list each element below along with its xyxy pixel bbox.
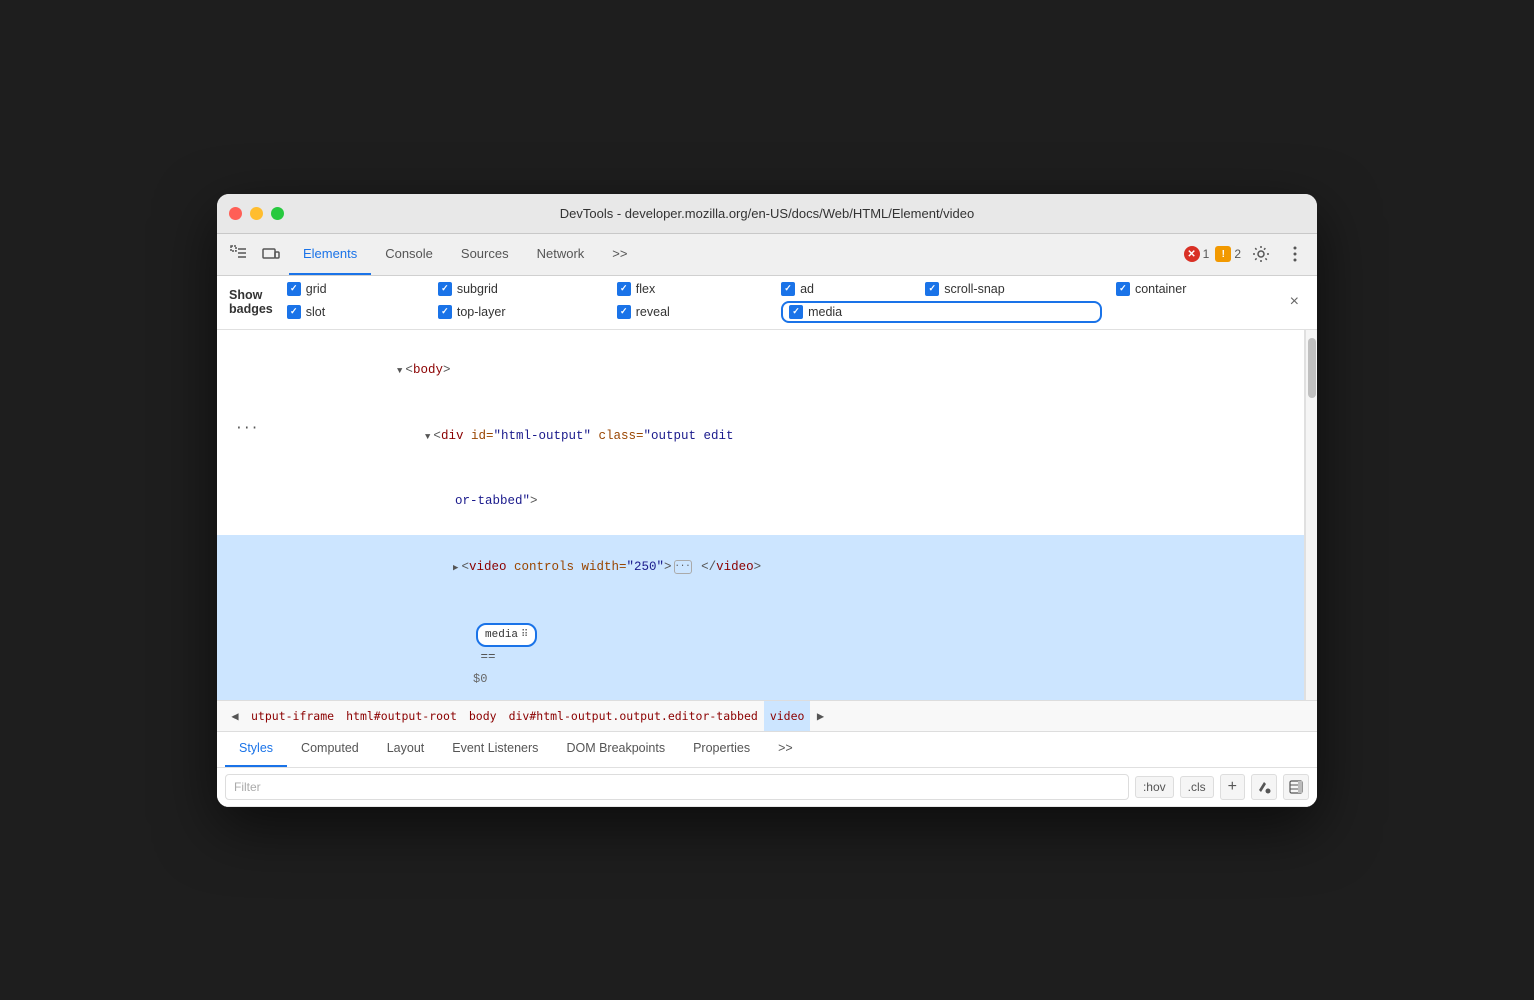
styles-tabs: Styles Computed Layout Event Listeners D… bbox=[217, 732, 1317, 768]
badge-subgrid[interactable]: subgrid bbox=[438, 282, 603, 296]
tree-video-line[interactable]: <video controls width="250">··· </video> bbox=[217, 535, 1304, 601]
html-tree-scrollbar[interactable] bbox=[1305, 330, 1317, 700]
badge-container-checkbox[interactable] bbox=[1116, 282, 1130, 296]
toolbar-tabs: Elements Console Sources Network >> bbox=[289, 233, 1180, 275]
badge-ad[interactable]: ad bbox=[781, 282, 911, 296]
main-area: ··· <body> <div id="html-output" class="… bbox=[217, 330, 1317, 700]
badge-scroll-snap[interactable]: scroll-snap bbox=[925, 282, 1102, 296]
warning-badge[interactable]: ! 2 bbox=[1215, 246, 1241, 262]
badge-top-layer-checkbox[interactable] bbox=[438, 305, 452, 319]
badges-grid: grid subgrid flex ad scroll-snap contain… bbox=[287, 282, 1284, 323]
tree-body-open[interactable]: <body> bbox=[217, 338, 1304, 404]
tab-sources[interactable]: Sources bbox=[447, 233, 523, 275]
body-triangle[interactable] bbox=[397, 364, 402, 379]
tab-more[interactable]: >> bbox=[598, 233, 641, 275]
badge-subgrid-checkbox[interactable] bbox=[438, 282, 452, 296]
breadcrumb-back[interactable]: ◀ bbox=[225, 700, 245, 732]
breadcrumb-div[interactable]: div#html-output.output.editor-tabbed bbox=[503, 700, 764, 732]
cls-button[interactable]: .cls bbox=[1180, 776, 1214, 798]
responsive-icon[interactable] bbox=[257, 240, 285, 268]
warning-icon: ! bbox=[1215, 246, 1231, 262]
dollar-zero: $0 bbox=[473, 672, 487, 686]
tab-styles[interactable]: Styles bbox=[225, 731, 287, 767]
tree-div-open-cont[interactable]: or-tabbed"> bbox=[217, 469, 1304, 535]
tab-computed[interactable]: Computed bbox=[287, 731, 373, 767]
titlebar: DevTools - developer.mozilla.org/en-US/d… bbox=[217, 194, 1317, 234]
badge-reveal-checkbox[interactable] bbox=[617, 305, 631, 319]
badges-label: Show badges bbox=[229, 288, 273, 316]
badge-top-layer[interactable]: top-layer bbox=[438, 301, 603, 323]
window-title: DevTools - developer.mozilla.org/en-US/d… bbox=[560, 206, 975, 221]
paint-bucket-icon[interactable] bbox=[1251, 774, 1277, 800]
badge-slot-checkbox[interactable] bbox=[287, 305, 301, 319]
tree-div-open[interactable]: <div id="html-output" class="output edit bbox=[217, 403, 1304, 469]
badge-scroll-snap-checkbox[interactable] bbox=[925, 282, 939, 296]
breadcrumb-video[interactable]: video bbox=[764, 700, 811, 732]
error-icon: ✕ bbox=[1184, 246, 1200, 262]
breadcrumb-output-iframe[interactable]: utput-iframe bbox=[245, 700, 340, 732]
video-ellipsis[interactable]: ··· bbox=[674, 560, 692, 574]
window-controls bbox=[229, 207, 284, 220]
hov-button[interactable]: :hov bbox=[1135, 776, 1174, 798]
tab-dom-breakpoints[interactable]: DOM Breakpoints bbox=[552, 731, 679, 767]
sidebar-icon[interactable] bbox=[1283, 774, 1309, 800]
badges-close-button[interactable]: × bbox=[1284, 291, 1305, 313]
styles-panel: Styles Computed Layout Event Listeners D… bbox=[217, 732, 1317, 807]
settings-icon[interactable] bbox=[1247, 240, 1275, 268]
tree-media-badge-line: media ⠿ == $0 bbox=[217, 601, 1304, 700]
devtools-window: DevTools - developer.mozilla.org/en-US/d… bbox=[217, 194, 1317, 807]
media-icon: ⠿ bbox=[521, 627, 528, 644]
badge-grid-checkbox[interactable] bbox=[287, 282, 301, 296]
tab-console[interactable]: Console bbox=[371, 233, 447, 275]
tab-elements[interactable]: Elements bbox=[289, 233, 371, 275]
badge-container[interactable]: container bbox=[1116, 282, 1284, 296]
filter-input[interactable] bbox=[225, 774, 1129, 800]
media-badge[interactable]: media ⠿ bbox=[476, 623, 537, 648]
breadcrumb-html-root[interactable]: html#output-root bbox=[340, 700, 463, 732]
badge-media-checkbox[interactable] bbox=[789, 305, 803, 319]
more-icon[interactable] bbox=[1281, 240, 1309, 268]
badge-reveal[interactable]: reveal bbox=[617, 301, 767, 323]
breadcrumb-forward[interactable]: ▶ bbox=[810, 700, 830, 732]
badge-grid[interactable]: grid bbox=[287, 282, 424, 296]
tab-network[interactable]: Network bbox=[523, 233, 599, 275]
scrollbar-thumb[interactable] bbox=[1308, 338, 1316, 398]
dots-indicator: ··· bbox=[235, 418, 258, 440]
badge-flex[interactable]: flex bbox=[617, 282, 767, 296]
minimize-button[interactable] bbox=[250, 207, 263, 220]
styles-filter-bar: :hov .cls + bbox=[217, 768, 1317, 807]
devtools-toolbar: Elements Console Sources Network >> ✕ 1 … bbox=[217, 234, 1317, 276]
add-rule-button[interactable]: + bbox=[1220, 774, 1245, 800]
div-triangle[interactable] bbox=[425, 430, 430, 445]
html-tree: ··· <body> <div id="html-output" class="… bbox=[217, 330, 1305, 700]
badge-slot[interactable]: slot bbox=[287, 301, 424, 323]
badge-flex-checkbox[interactable] bbox=[617, 282, 631, 296]
error-badge[interactable]: ✕ 1 bbox=[1184, 246, 1210, 262]
close-button[interactable] bbox=[229, 207, 242, 220]
tab-event-listeners[interactable]: Event Listeners bbox=[438, 731, 552, 767]
breadcrumb-bar: ◀ utput-iframe html#output-root body div… bbox=[217, 700, 1317, 732]
maximize-button[interactable] bbox=[271, 207, 284, 220]
toolbar-right: ✕ 1 ! 2 bbox=[1184, 240, 1309, 268]
tab-layout[interactable]: Layout bbox=[373, 731, 439, 767]
inspect-icon[interactable] bbox=[225, 240, 253, 268]
badges-bar: Show badges grid subgrid flex ad bbox=[217, 276, 1317, 330]
tab-properties[interactable]: Properties bbox=[679, 731, 764, 767]
video-triangle[interactable] bbox=[453, 561, 458, 576]
badge-media[interactable]: media bbox=[781, 301, 1102, 323]
breadcrumb-body[interactable]: body bbox=[463, 700, 503, 732]
badge-ad-checkbox[interactable] bbox=[781, 282, 795, 296]
tab-styles-more[interactable]: >> bbox=[764, 731, 807, 767]
